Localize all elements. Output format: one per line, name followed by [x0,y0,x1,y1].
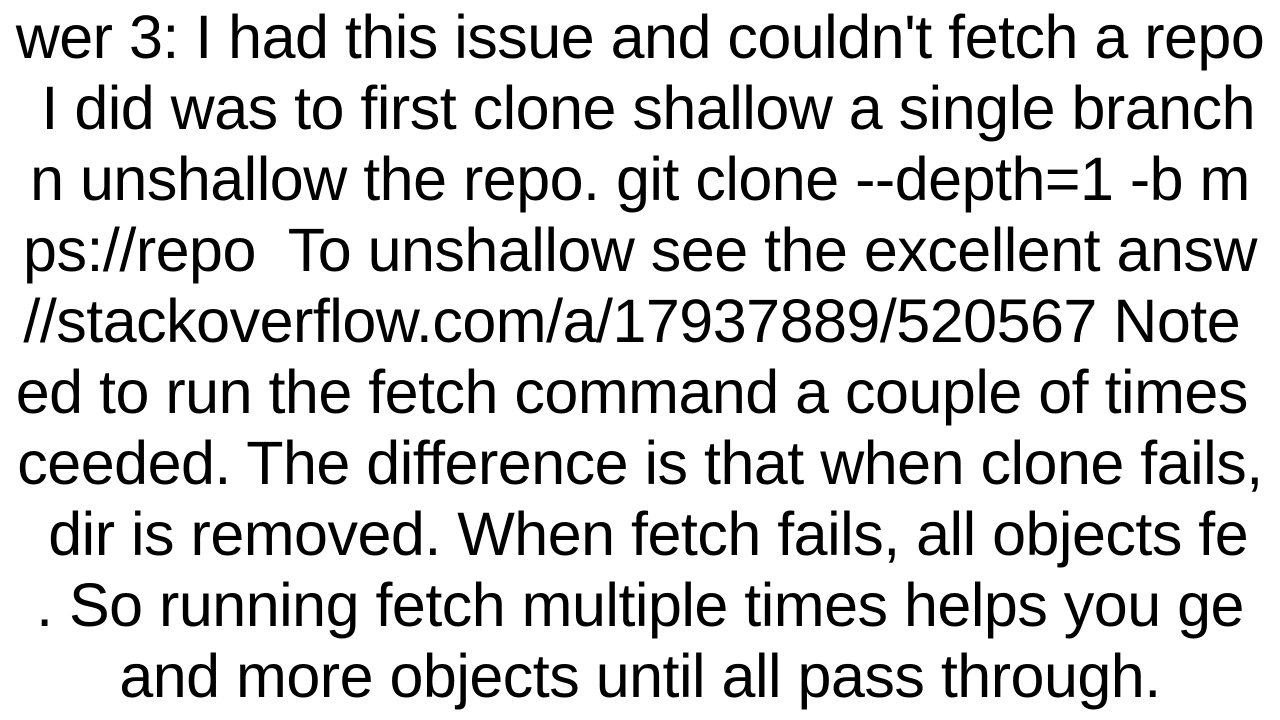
answer-text: wer 3: I had this issue and couldn't fet… [0,2,1280,712]
